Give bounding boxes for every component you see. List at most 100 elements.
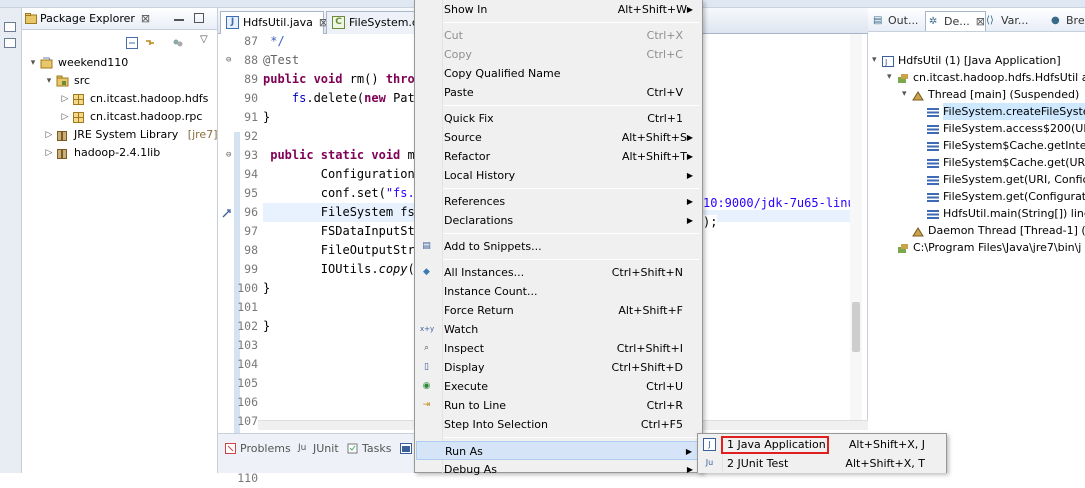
collapse-arrow-icon[interactable]: ▷: [60, 90, 70, 108]
line-number: 98: [244, 243, 258, 257]
stack-frame-item[interactable]: FileSystem.get(URI, Confic: [868, 171, 1085, 188]
tab-breakpoints[interactable]: ● Bre: [1048, 11, 1085, 31]
code-token: }: [263, 110, 271, 124]
tree-item[interactable]: ▷ hadoop-2.4.1lib: [22, 144, 217, 162]
code-line: }: [263, 317, 270, 336]
minimize-icon[interactable]: [174, 13, 184, 21]
tab-package-explorer[interactable]: Package Explorer ⊠: [22, 8, 150, 30]
expand-arrow-icon[interactable]: ▾: [44, 72, 54, 90]
menu-item-declarations[interactable]: Declarations ▶: [416, 211, 701, 230]
debug-tree-item[interactable]: ▾ J HdfsUtil (1) [Java Application]: [868, 52, 1085, 69]
view-toolbar: ▽: [126, 34, 218, 50]
menu-item-label: Debug As: [444, 463, 497, 476]
line-number: 94: [244, 167, 258, 181]
menu-item-paste[interactable]: Paste Ctrl+V: [416, 83, 701, 102]
tab-variables[interactable]: ⟨⟩ Var...: [983, 11, 1028, 31]
menu-item-label: Cut: [444, 29, 463, 42]
menu-item-references[interactable]: References ▶: [416, 192, 701, 211]
code-line: */: [263, 32, 284, 51]
stack-frame-item[interactable]: FileSystem.get(Configurat: [868, 188, 1085, 205]
stack-frame-item[interactable]: FileSystem$Cache.getInte: [868, 137, 1085, 154]
stack-frame-icon: [927, 174, 939, 185]
menu-item-source[interactable]: Source Alt+Shift+S ▶: [416, 128, 701, 147]
tree-item[interactable]: ▷ cn.itcast.hadoop.hdfs: [22, 90, 217, 108]
menu-item-label: Quick Fix: [444, 112, 494, 125]
minimized-view-icon[interactable]: [4, 22, 16, 32]
menu-item-display[interactable]: ▯ Display Ctrl+Shift+D: [416, 358, 701, 377]
menu-item-copy-qualified-name[interactable]: Copy Qualified Name: [416, 64, 701, 83]
menu-item-quick-fix[interactable]: Quick Fix Ctrl+1: [416, 109, 701, 128]
tree-item[interactable]: ▷ JRE System Library [jre7]: [22, 126, 217, 144]
debug-tree-label: FileSystem.get(Configurat: [943, 190, 1085, 203]
menu-item-run-to-line[interactable]: ⇥ Run to Line Ctrl+R: [416, 396, 701, 415]
stack-frame-item[interactable]: HdfsUtil.main(String[]) line: [868, 205, 1085, 222]
tab-debug[interactable]: ✲ De... ⊠: [925, 11, 986, 31]
menu-item-step-into-selection[interactable]: Step Into Selection Ctrl+F5: [416, 415, 701, 434]
menu-separator: [443, 437, 699, 438]
submenu-item-2-junit-test[interactable]: Ju 2 JUnit Test Alt+Shift+X, T: [699, 454, 945, 473]
menu-item-all-instances[interactable]: ◆ All Instances... Ctrl+Shift+N: [416, 263, 701, 282]
line-number: 105: [237, 376, 258, 390]
chevron-down-icon[interactable]: ▽: [200, 34, 208, 45]
menu-item-refactor[interactable]: Refactor Alt+Shift+T ▶: [416, 147, 701, 166]
menu-item-run-as[interactable]: Run As ▶: [416, 441, 701, 460]
menu-item-instance-count[interactable]: Instance Count...: [416, 282, 701, 301]
menu-item-watch[interactable]: x+y Watch: [416, 320, 701, 339]
expand-arrow-icon[interactable]: ▾: [887, 69, 892, 86]
view-menu-icon[interactable]: [172, 37, 184, 49]
menu-item-debug-as[interactable]: Debug As ▶: [416, 460, 701, 479]
debug-tree-item[interactable]: ▾ cn.itcast.hadoop.hdfs.HdfsUtil at: [868, 69, 1085, 86]
close-icon[interactable]: ⊠: [141, 12, 150, 25]
submenu-item-label: 2 JUnit Test: [727, 457, 789, 470]
expand-arrow-icon[interactable]: ▾: [872, 52, 877, 69]
stack-frame-item[interactable]: FileSystem.access$200(UR: [868, 120, 1085, 137]
submenu-arrow-icon: ▶: [686, 133, 693, 142]
debug-tree-label: FileSystem$Cache.get(URI: [943, 156, 1085, 169]
expand-arrow-icon[interactable]: ▾: [28, 54, 38, 72]
tab-outline[interactable]: ▤ Out...: [870, 11, 918, 31]
code-token: Configuration: [263, 167, 422, 181]
tree-item[interactable]: ▾ weekend110: [22, 54, 217, 72]
debug-tree-item[interactable]: ▾ Thread [main] (Suspended): [868, 86, 1085, 103]
variables-icon: ⟨⟩: [986, 15, 994, 26]
collapse-arrow-icon[interactable]: ▷: [44, 144, 54, 162]
project-icon: [40, 57, 53, 69]
editor-vertical-scrollbar[interactable]: [850, 34, 862, 420]
menu-item-add-to-snippets[interactable]: ▤ Add to Snippets...: [416, 237, 701, 256]
menu-item-show-in[interactable]: Show In Alt+Shift+W ▶: [416, 0, 701, 19]
console-icon[interactable]: [400, 443, 412, 454]
debug-tree-item[interactable]: Daemon Thread [Thread-1] (: [868, 222, 1085, 239]
tab-filesystem-class[interactable]: C FileSystem.cla: [326, 11, 418, 34]
tab-problems[interactable]: Problems: [224, 440, 291, 458]
collapse-arrow-icon[interactable]: ▷: [44, 126, 54, 144]
scrollbar-thumb[interactable]: [852, 302, 860, 352]
tab-tasks[interactable]: Tasks: [346, 440, 391, 458]
tab-junit[interactable]: Ju JUnit: [297, 440, 339, 458]
tree-item[interactable]: ▾ src: [22, 72, 217, 90]
stack-frame-item[interactable]: FileSystem.createFileSyste: [868, 103, 1085, 120]
editor-context-menu: Show In Alt+Shift+W ▶ Cut Ctrl+X Copy Ctrl+C Co…: [414, 0, 703, 476]
debug-tree-item[interactable]: C:\Program Files\Java\jre7\bin\j: [868, 239, 1085, 256]
tab-hdfsutil-java[interactable]: J HdfsUtil.java ⊠: [220, 11, 328, 34]
menu-item-local-history[interactable]: Local History ▶: [416, 166, 701, 185]
code-token: FSDataInputStr: [263, 224, 422, 238]
maximize-icon[interactable]: [194, 13, 204, 23]
submenu-item-1-java-application[interactable]: J1 Java Application Alt+Shift+X, J: [699, 435, 945, 454]
stack-frame-item[interactable]: FileSystem$Cache.get(URI: [868, 154, 1085, 171]
process-icon: [897, 242, 909, 253]
menu-item-execute[interactable]: ◉ Execute Ctrl+U: [416, 377, 701, 396]
tree-item[interactable]: ▷ cn.itcast.hadoop.rpc: [22, 108, 217, 126]
menu-item-label: Instance Count...: [444, 285, 538, 298]
link-with-editor-icon[interactable]: [144, 37, 156, 49]
menu-item-label: Local History: [444, 169, 516, 182]
collapse-all-icon[interactable]: [126, 37, 138, 49]
line-number: 91: [244, 110, 258, 124]
menu-item-copy[interactable]: Copy Ctrl+C: [416, 45, 701, 64]
minimized-view-icon[interactable]: [4, 38, 16, 48]
collapse-arrow-icon[interactable]: ▷: [60, 108, 70, 126]
menu-item-force-return[interactable]: Force Return Alt+Shift+F: [416, 301, 701, 320]
menu-item-cut[interactable]: Cut Ctrl+X: [416, 26, 701, 45]
menu-item-inspect[interactable]: ⌕ Inspect Ctrl+Shift+I: [416, 339, 701, 358]
expand-arrow-icon[interactable]: ▾: [902, 86, 907, 103]
